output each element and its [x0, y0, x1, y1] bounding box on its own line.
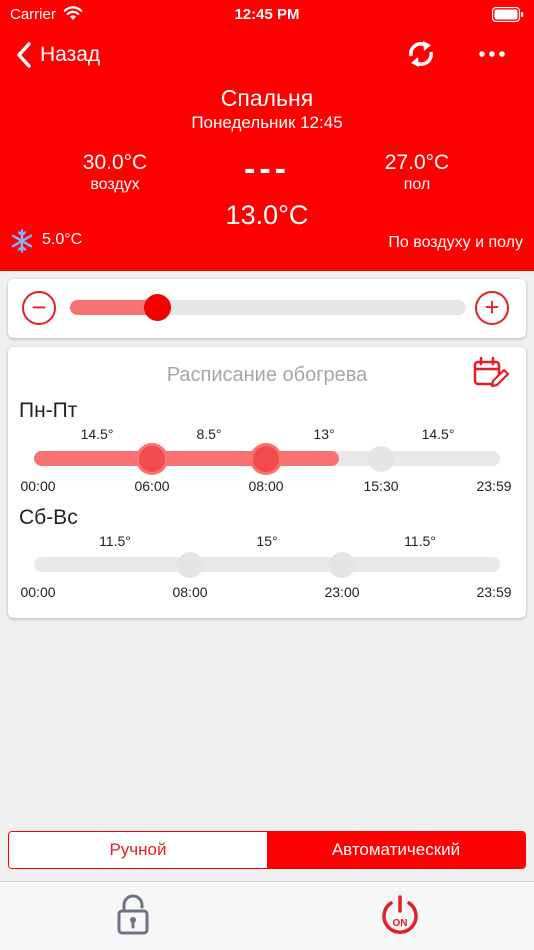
slider-thumb[interactable]: [144, 294, 172, 321]
schedule-time-label: 23:00: [324, 584, 360, 600]
refresh-icon[interactable]: [405, 38, 437, 70]
frost-protection-temp: 5.0°C: [42, 231, 83, 248]
schedule-track-weekend[interactable]: [34, 552, 500, 578]
schedule-temp-label: 14.5°: [80, 426, 114, 442]
schedule-knob[interactable]: [368, 446, 394, 472]
plus-icon: +: [484, 292, 500, 322]
schedule-time-label: 00:00: [20, 584, 56, 600]
power-icon[interactable]: ON: [378, 894, 422, 938]
schedule-time-label: 15:30: [363, 478, 399, 494]
schedule-title: Расписание обогрева: [166, 364, 368, 386]
schedule-time-label: 08:00: [172, 584, 208, 600]
schedule-temp-label: 13°: [313, 426, 335, 442]
schedule-time-label: 06:00: [134, 478, 170, 494]
schedule-time-label: 00:00: [20, 478, 56, 494]
increase-button[interactable]: +: [475, 291, 509, 325]
battery-icon: [492, 7, 524, 22]
schedule-knob[interactable]: [329, 552, 355, 578]
schedule-time-label: 08:00: [248, 478, 284, 494]
calendar-edit-icon[interactable]: [473, 356, 509, 390]
setpoint-slider-card: − +: [8, 279, 526, 338]
more-icon[interactable]: [476, 40, 508, 68]
schedule-time-label: 23:59: [476, 584, 512, 600]
schedule-knob[interactable]: [253, 446, 279, 472]
minus-icon: −: [31, 292, 47, 322]
schedule-group-label-weekdays: Пн-Пт: [19, 399, 78, 422]
schedule-group-label-weekend: Сб-Вс: [19, 506, 78, 529]
schedule-track-weekdays[interactable]: [34, 446, 500, 472]
schedule-active-fill: [34, 451, 340, 466]
schedule-card: Расписание обогрева Пн-Пт 14.5° 8.5° 13°…: [8, 347, 526, 618]
power-badge: ON: [393, 918, 408, 929]
room-name: Спальня: [220, 85, 314, 111]
setpoint-slider[interactable]: [70, 294, 466, 321]
schedule-time-label: 23:59: [476, 478, 512, 494]
room-datetime: Понедельник 12:45: [191, 113, 343, 132]
floor-temperature: 27.0°C: [384, 151, 450, 174]
header: Carrier 12:45 PM Назад Спальня Понедельн…: [0, 0, 534, 271]
floor-label: пол: [403, 176, 431, 193]
schedule-knob[interactable]: [139, 446, 165, 472]
snowflake-icon: [11, 229, 33, 253]
schedule-temp-label: 15°: [256, 533, 278, 549]
schedule-temp-label: 14.5°: [421, 426, 455, 442]
schedule-knob[interactable]: [177, 552, 203, 578]
mode-manual-button[interactable]: Ручной: [9, 832, 267, 868]
mode-segmented-control: Ручной Автоматический: [8, 831, 526, 869]
schedule-temp-label: 11.5°: [404, 533, 436, 549]
status-time: 12:45 PM: [234, 6, 300, 23]
status-bar: Carrier 12:45 PM: [0, 0, 534, 30]
schedule-temp-label: 8.5°: [196, 426, 222, 442]
chevron-left-icon: [17, 42, 31, 68]
sensor-mode-label: По воздуху и полу: [388, 234, 523, 251]
lock-icon[interactable]: [115, 893, 151, 937]
back-label: Назад: [40, 43, 101, 66]
mode-automatic-button[interactable]: Автоматический: [267, 832, 525, 868]
decrease-button[interactable]: −: [22, 291, 56, 325]
bottom-toolbar: ON: [0, 881, 534, 950]
setpoint-temperature: 13.0°C: [225, 200, 309, 230]
back-button[interactable]: Назад: [14, 40, 100, 70]
schedule-temp-label: 11.5°: [99, 533, 131, 549]
